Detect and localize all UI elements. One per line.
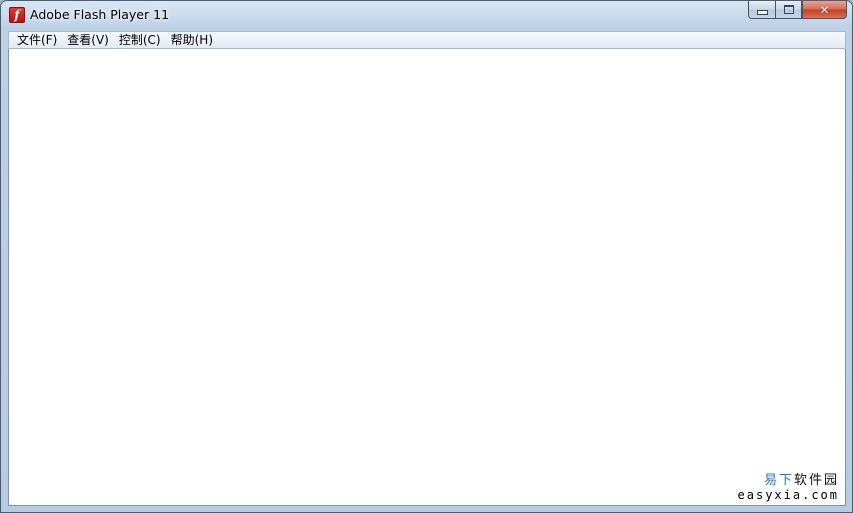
menu-help[interactable]: 帮助(H) xyxy=(169,32,220,48)
watermark-brand-part1: 易下 xyxy=(763,473,794,488)
minimize-button[interactable] xyxy=(748,1,775,19)
title-bar[interactable]: f Adobe Flash Player 11 ✕ xyxy=(1,1,852,31)
minimize-icon xyxy=(756,10,768,15)
flash-content-area[interactable]: 易下软件园 easyxia.com xyxy=(8,49,846,506)
caption-buttons: ✕ xyxy=(748,1,847,20)
flash-f-glyph: f xyxy=(14,8,20,22)
menu-control[interactable]: 控制(C) xyxy=(117,32,168,48)
watermark-url: easyxia.com xyxy=(737,488,839,502)
close-button[interactable]: ✕ xyxy=(802,1,847,19)
watermark: 易下软件园 easyxia.com xyxy=(738,473,839,503)
watermark-brand-part2: 软件园 xyxy=(793,473,839,488)
flash-f-icon[interactable]: f xyxy=(9,7,25,23)
menu-file[interactable]: 文件(F) xyxy=(15,32,64,48)
maximize-button[interactable] xyxy=(775,1,802,19)
maximize-icon xyxy=(783,5,794,14)
app-window: f Adobe Flash Player 11 ✕ 文件(F) 查看(V) 控制… xyxy=(0,0,853,513)
menu-view[interactable]: 查看(V) xyxy=(65,32,116,48)
close-icon: ✕ xyxy=(819,2,830,17)
menu-bar: 文件(F) 查看(V) 控制(C) 帮助(H) xyxy=(8,31,846,49)
watermark-brand: 易下软件园 xyxy=(738,473,839,488)
window-title: Adobe Flash Player 11 xyxy=(30,7,170,22)
